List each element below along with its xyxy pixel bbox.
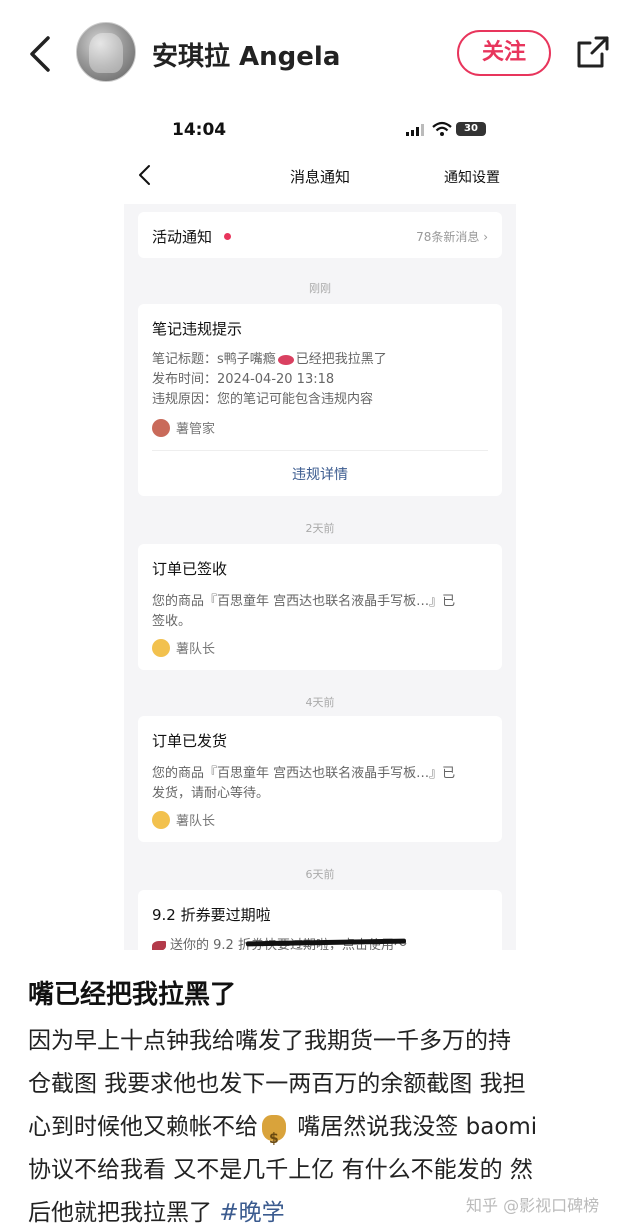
time-separator: 刚刚 bbox=[309, 282, 331, 295]
pepper-icon bbox=[152, 940, 166, 950]
time-separator: 2天前 bbox=[305, 522, 335, 535]
publish-time-line: 发布时间：2024-04-20 13:18 bbox=[152, 372, 335, 387]
post-title: 嘴已经把我拉黑了 bbox=[28, 980, 237, 1010]
time-separator: 4天前 bbox=[305, 696, 335, 709]
avatar[interactable] bbox=[76, 22, 136, 82]
message-line: 签收。 bbox=[152, 614, 192, 629]
battery-icon: 30 bbox=[456, 122, 486, 136]
username[interactable]: 安琪拉 Angela bbox=[152, 36, 340, 73]
violation-reason-line: 违规原因：您的笔记可能包含违规内容 bbox=[152, 392, 374, 407]
sender: 薯管家 bbox=[152, 418, 215, 437]
back-arrow-icon[interactable] bbox=[26, 34, 56, 74]
activity-title: 活动通知 bbox=[152, 228, 213, 246]
top-bar: 安琪拉 Angela 关注 bbox=[0, 0, 640, 108]
card-title: 笔记违规提示 bbox=[152, 320, 243, 338]
notification-settings-link[interactable]: 通知设置 bbox=[444, 167, 500, 187]
status-time: 14:04 bbox=[172, 120, 227, 140]
nav-bar: 消息通知 通知设置 bbox=[124, 148, 516, 204]
card-title: 订单已签收 bbox=[152, 560, 228, 578]
post-line: 心到时候他又赖帐不给 嘴居然说我没签 baomi bbox=[28, 1106, 616, 1161]
divider bbox=[152, 450, 488, 451]
violation-detail-link[interactable]: 违规详情 bbox=[138, 464, 502, 484]
violation-notice-card[interactable]: 笔记违规提示 笔记标题：s鸭子嘴瘾 已经把我拉黑了 发布时间：2024-04-20… bbox=[138, 304, 502, 496]
post-line: 仓截图 我要求他也发下一两百万的余额截图 我担 bbox=[28, 1071, 526, 1097]
order-signed-card[interactable]: 订单已签收 您的商品『百思童年 宫西达也联名液晶手写板…』已 签收。 薯队长 bbox=[138, 544, 502, 670]
message-line: 您的商品『百思童年 宫西达也联名液晶手写板…』已 bbox=[152, 766, 456, 781]
money-bag-icon bbox=[262, 1114, 286, 1161]
note-title-line: 笔记标题：s鸭子嘴瘾 已经把我拉黑了 bbox=[152, 352, 387, 367]
card-title: 9.2 折券要过期啦 bbox=[152, 906, 271, 924]
message-line: 您的商品『百思童年 宫西达也联名液晶手写板…』已 bbox=[152, 594, 456, 609]
activity-count: 78条新消息 › bbox=[416, 230, 488, 244]
sender-avatar-icon bbox=[152, 418, 170, 437]
lips-icon bbox=[277, 354, 294, 365]
sender-avatar-icon bbox=[152, 638, 170, 657]
post-line: 因为早上十点钟我给嘴发了我期货一千多万的持 bbox=[28, 1028, 511, 1054]
signal-icon bbox=[406, 124, 424, 136]
sender-avatar-icon bbox=[152, 810, 170, 829]
sender: 薯队长 bbox=[152, 810, 215, 829]
message-line: 发货，请耐心等待。 bbox=[152, 786, 270, 801]
post-line: 协议不给我看 又不是几千上亿 有什么不能发的 然 bbox=[28, 1157, 533, 1183]
wifi-icon bbox=[432, 121, 452, 136]
time-separator: 6天前 bbox=[305, 868, 335, 881]
sender: 薯队长 bbox=[152, 638, 215, 657]
activity-notification-row[interactable]: 活动通知 78条新消息 › bbox=[138, 212, 502, 258]
coupon-expiry-card[interactable]: 9.2 折券要过期啦 送你的 9.2 折券快要过期啦，点击使用～ bbox=[138, 890, 502, 950]
follow-button[interactable]: 关注 bbox=[457, 30, 551, 76]
embedded-screenshot: 14:04 30 消息通知 通知设置 活动通知 78条新消息 › 刚刚 笔记违规… bbox=[124, 108, 516, 950]
share-icon[interactable] bbox=[576, 34, 610, 70]
unread-dot bbox=[224, 233, 231, 240]
hashtag-link[interactable]: #晚学 bbox=[219, 1200, 284, 1226]
watermark: 知乎 @影视口碑榜 bbox=[466, 1196, 600, 1215]
card-title: 订单已发货 bbox=[152, 732, 228, 750]
status-bar: 14:04 30 bbox=[124, 108, 516, 148]
order-shipped-card[interactable]: 订单已发货 您的商品『百思童年 宫西达也联名液晶手写板…』已 发货，请耐心等待。… bbox=[138, 716, 502, 842]
